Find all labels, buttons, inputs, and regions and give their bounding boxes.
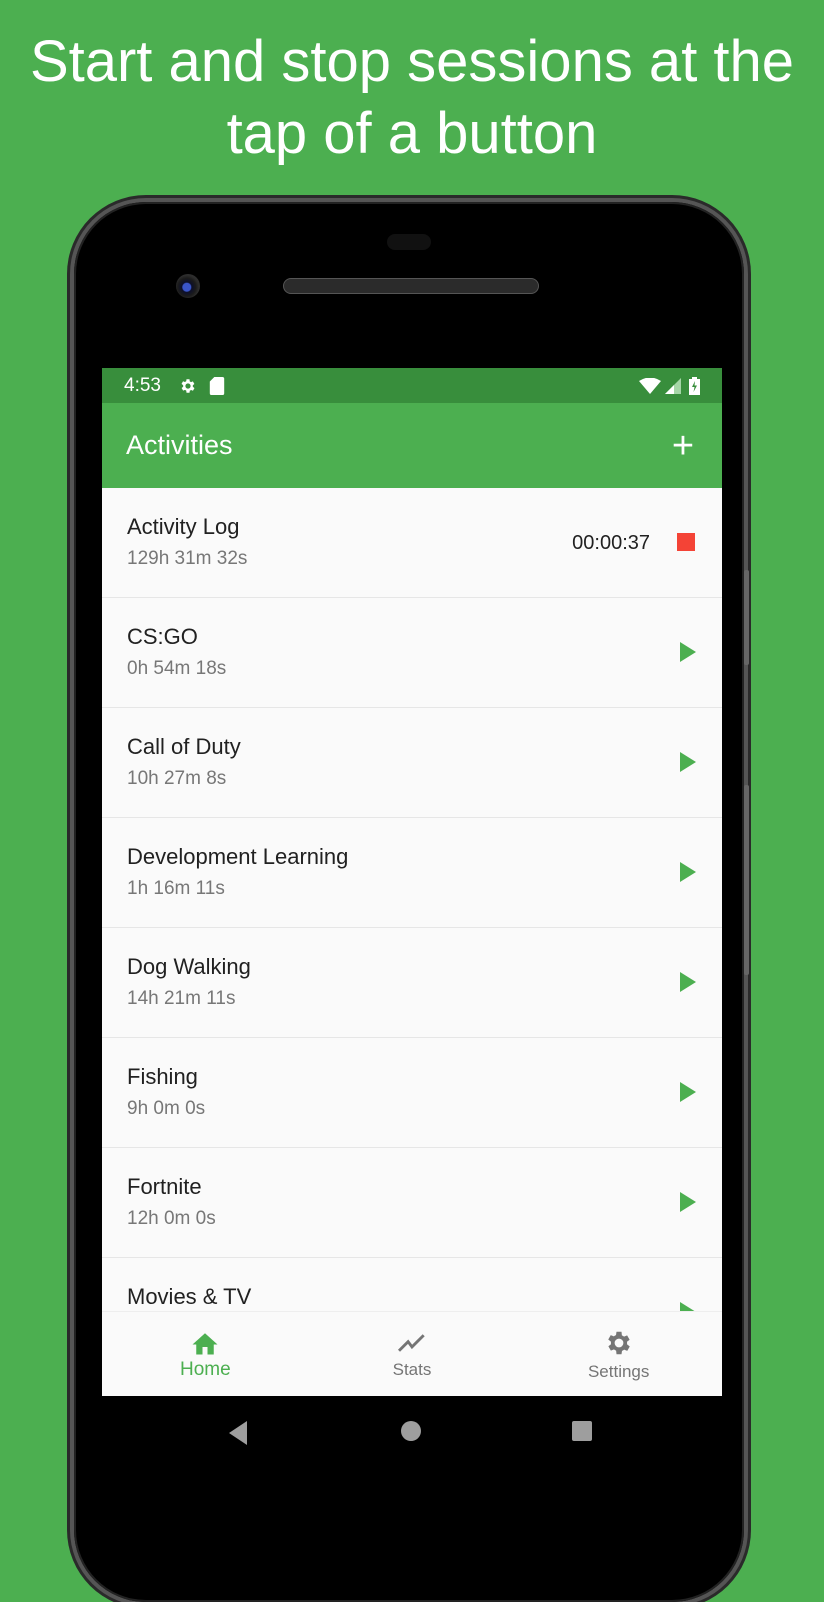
play-icon[interactable] (680, 752, 696, 772)
page-title: Activities (126, 430, 233, 460)
app-bar: Activities + (102, 403, 722, 488)
activity-name: Fishing (127, 1064, 198, 1089)
add-activity-button[interactable]: + (668, 427, 698, 465)
activity-total-time: 12h 0m 0s (127, 1208, 216, 1229)
activity-row[interactable]: Fishing 9h 0m 0s (102, 1038, 722, 1148)
activity-row[interactable]: Fortnite 12h 0m 0s (102, 1148, 722, 1258)
proximity-sensor (387, 234, 431, 250)
gear-icon (179, 377, 197, 395)
headline: Start and stop sessions at the tap of a … (29, 29, 795, 166)
tab-label: Home (179, 1358, 231, 1380)
tab-settings[interactable]: Settings (515, 1312, 722, 1397)
battery-charging-icon (689, 376, 700, 395)
home-icon (192, 1332, 218, 1354)
tab-home[interactable]: Home (102, 1312, 309, 1397)
activity-name: Fortnite (127, 1174, 202, 1199)
tab-label: Settings (587, 1361, 650, 1381)
activity-total-time: 129h 31m 32s (127, 548, 248, 569)
activity-name: CS:GO (127, 624, 198, 649)
activity-total-time: 14h 21m 11s (127, 988, 236, 1009)
activity-row[interactable]: CS:GO 0h 54m 18s (102, 598, 722, 708)
sd-card-icon (209, 376, 225, 395)
activity-total-time: 0h 54m 18s (127, 658, 227, 679)
system-navigation-bar (102, 1396, 722, 1464)
activity-total-time: 9h 0m 0s (127, 1098, 206, 1119)
home-circle-icon[interactable] (401, 1421, 421, 1441)
settings-icon (607, 1331, 630, 1354)
activity-name: Call of Duty (127, 734, 241, 759)
activity-name: Movies & TV (127, 1284, 252, 1309)
activity-total-time: 10h 27m 8s (127, 768, 227, 789)
tab-stats[interactable]: Stats (309, 1312, 516, 1397)
play-icon[interactable] (680, 1192, 696, 1212)
earpiece-speaker (283, 278, 539, 294)
status-time: 4:53 (124, 374, 161, 396)
play-icon[interactable] (680, 1082, 696, 1102)
power-button (744, 785, 749, 975)
wifi-icon (639, 377, 661, 394)
front-camera-icon (176, 274, 200, 298)
activity-row[interactable]: Development Learning 1h 16m 11s (102, 818, 722, 928)
session-elapsed-time: 00:00:37 (572, 532, 650, 554)
activity-row[interactable]: Activity Log 129h 31m 32s 00:00:37 (102, 488, 722, 598)
play-icon[interactable] (680, 972, 696, 992)
activity-total-time: 1h 16m 11s (127, 878, 225, 899)
play-icon[interactable] (680, 642, 696, 662)
phone-screen: 4:53 Activities + Activity Log 129h 31m … (102, 368, 722, 1464)
activity-row[interactable]: Dog Walking 14h 21m 11s (102, 928, 722, 1038)
back-icon[interactable] (229, 1421, 247, 1445)
activity-list: Activity Log 129h 31m 32s 00:00:37 CS:GO… (102, 488, 722, 1368)
tab-label: Stats (392, 1359, 432, 1379)
volume-button (744, 570, 749, 665)
stats-icon (397, 1333, 425, 1352)
activity-name: Dog Walking (127, 954, 251, 979)
play-icon[interactable] (680, 862, 696, 882)
activity-row[interactable]: Call of Duty 10h 27m 8s (102, 708, 722, 818)
activity-name: Development Learning (127, 844, 349, 869)
stop-icon[interactable] (677, 533, 695, 551)
activity-name: Activity Log (127, 514, 240, 539)
signal-icon (665, 377, 681, 394)
recents-icon[interactable] (572, 1421, 592, 1441)
status-bar: 4:53 (102, 368, 722, 403)
bottom-navigation: Home Stats Settings (102, 1311, 722, 1397)
